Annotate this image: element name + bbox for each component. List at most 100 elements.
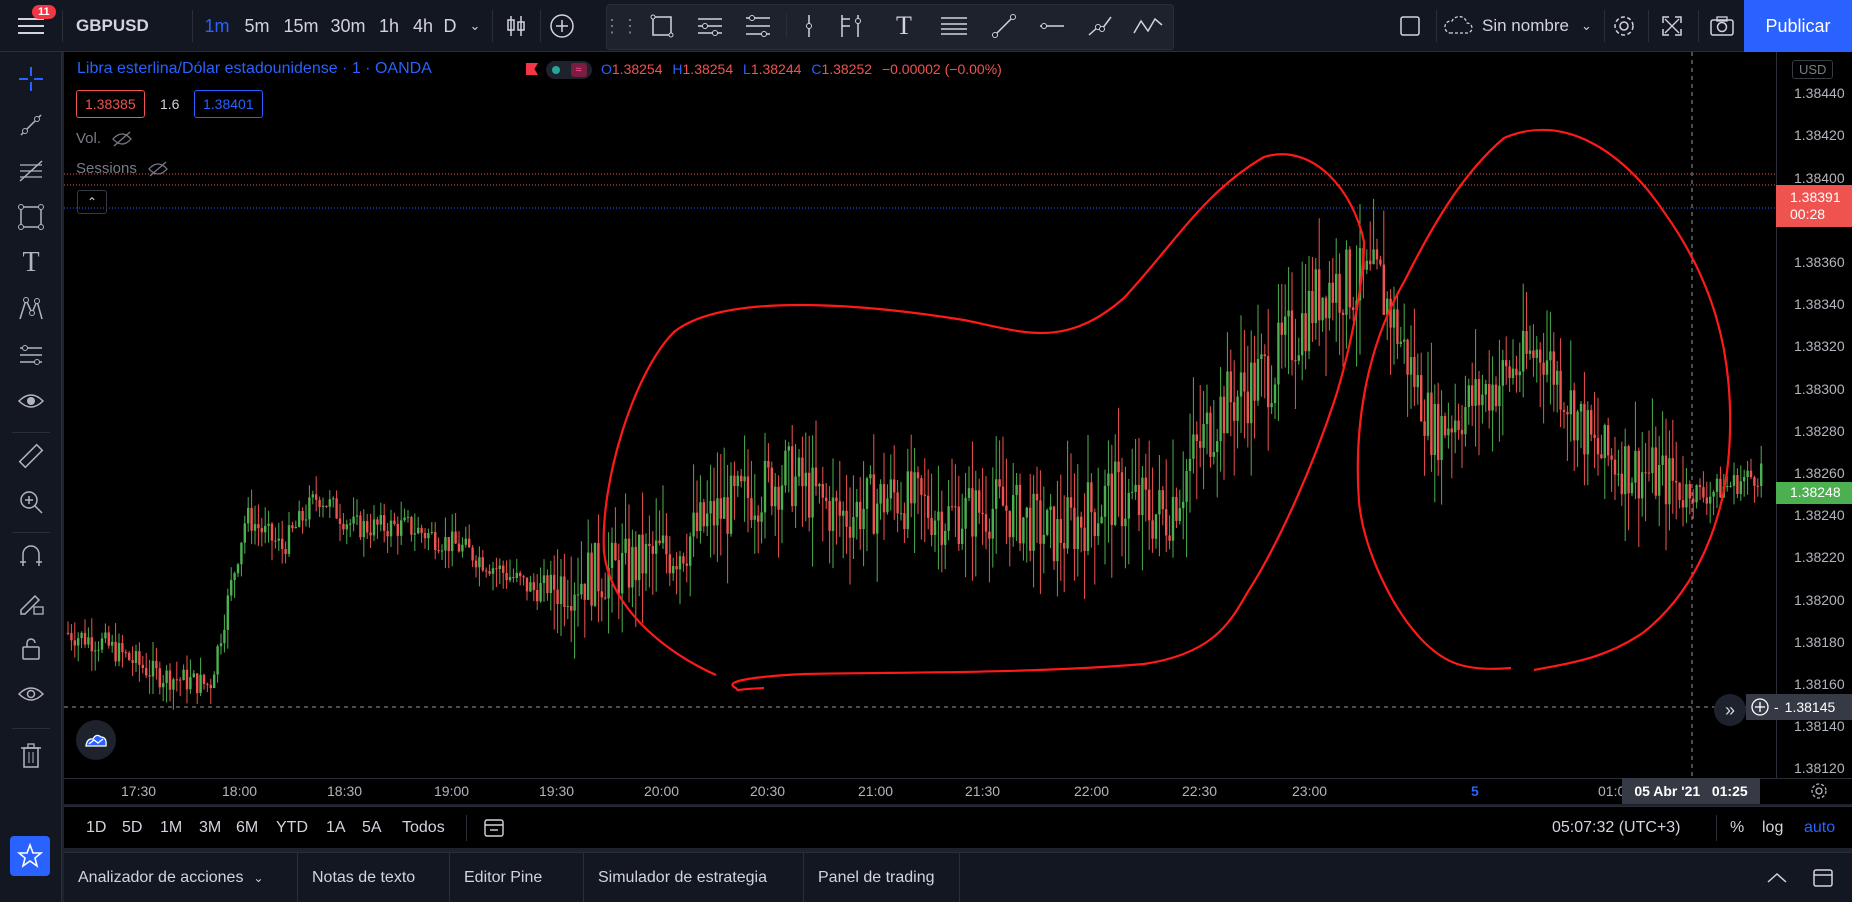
publish-button[interactable]: Publicar [1744, 0, 1852, 52]
price-axis[interactable] [1776, 52, 1852, 778]
eye-hidden-icon[interactable] [147, 161, 169, 177]
chart-settings-button[interactable] [1808, 780, 1830, 802]
candle-body [260, 528, 263, 533]
interval-15m[interactable]: 15m [280, 0, 322, 52]
period-todos[interactable]: Todos [402, 807, 445, 849]
icons-tool[interactable] [13, 383, 49, 419]
interval-5m[interactable]: 5m [240, 0, 274, 52]
candle-body [413, 533, 416, 535]
bottom-tab-2[interactable]: Editor Pine [450, 853, 584, 902]
bottom-tab-4[interactable]: Panel de trading [804, 853, 960, 902]
trend-line-tool[interactable] [13, 107, 49, 143]
candle-body [223, 629, 226, 644]
period-6m[interactable]: 6M [236, 807, 258, 849]
hide-drawings-tool[interactable] [13, 676, 49, 712]
horizontal-ray-tool[interactable] [1034, 0, 1070, 52]
candle-body [355, 515, 359, 517]
prediction-tool[interactable] [13, 337, 49, 373]
bottom-tab-0[interactable]: Analizador de acciones ⌄ [64, 853, 298, 902]
log-scale-toggle[interactable]: log [1762, 807, 1783, 849]
percent-scale-toggle[interactable]: % [1730, 807, 1744, 849]
fib-tool[interactable] [13, 153, 49, 189]
interval-30m[interactable]: 30m [328, 0, 368, 52]
interval-dropdown[interactable]: ⌄ [463, 0, 487, 52]
trend-line-tool[interactable] [986, 0, 1022, 52]
period-3m[interactable]: 3M [199, 807, 221, 849]
chart-type-button[interactable] [496, 0, 536, 52]
measure-tool[interactable] [13, 438, 49, 474]
crosshair-price-tag[interactable]: - 1.38145 [1746, 694, 1852, 720]
remove-drawings-tool[interactable] [13, 738, 49, 774]
sell-button[interactable]: 1.38385 [76, 90, 145, 118]
text-tool[interactable]: T [886, 0, 922, 52]
rectangle-tool[interactable] [644, 0, 680, 52]
symbol-title[interactable]: Libra esterlina/Dólar estadounidense · 1… [77, 60, 432, 78]
chart-pane[interactable]: Libra esterlina/Dólar estadounidense · 1… [64, 52, 1852, 804]
patterns-tool[interactable] [13, 291, 49, 327]
interval-D[interactable]: D [440, 0, 460, 52]
pitchfork-tool[interactable] [692, 0, 728, 52]
stay-drawing-tool[interactable] [13, 584, 49, 620]
candle-body [94, 650, 97, 652]
text-tool[interactable]: T [13, 245, 49, 281]
zigzag-tool[interactable] [1128, 0, 1168, 52]
period-5a[interactable]: 5A [362, 807, 382, 849]
time-tick: 19:30 [539, 783, 575, 799]
symbol-search[interactable]: GBPUSD [76, 0, 186, 52]
fullscreen-button[interactable] [1652, 0, 1692, 52]
volume-indicator[interactable]: Vol. [76, 130, 133, 147]
candle-body [301, 511, 304, 521]
bottom-tab-3[interactable]: Simulador de estrategia [584, 853, 804, 902]
add-alert-icon[interactable] [1750, 697, 1770, 717]
drag-handle[interactable]: ⋮⋮ [603, 0, 639, 52]
layout-button[interactable] [1392, 0, 1428, 52]
fib-channel-icon [746, 15, 770, 37]
interval-1m[interactable]: 1m [202, 0, 232, 52]
candle-body [1151, 520, 1154, 539]
buy-button[interactable]: 1.38401 [194, 90, 263, 118]
price-range-tool[interactable] [832, 0, 868, 52]
indicators-button[interactable] [544, 0, 580, 52]
interval-1h[interactable]: 1h [376, 0, 402, 52]
scroll-to-realtime-button[interactable]: » [1714, 694, 1746, 726]
market-status[interactable]: ≈ [546, 61, 592, 79]
candle-body [1624, 446, 1627, 495]
clock-timezone[interactable]: 05:07:32 (UTC+3) [1552, 807, 1681, 849]
interval-4h[interactable]: 4h [410, 0, 436, 52]
currency-label[interactable]: USD [1792, 60, 1834, 79]
expand-panel-button[interactable] [1764, 865, 1790, 891]
wave-icon: ≈ [570, 63, 587, 77]
lock-drawings-tool[interactable] [13, 630, 49, 666]
horizontal-lines-tool[interactable] [934, 0, 974, 52]
fib-channel-tool[interactable] [740, 0, 776, 52]
period-ytd[interactable]: YTD [276, 807, 308, 849]
sessions-indicator[interactable]: Sessions [76, 160, 169, 177]
shapes-tool[interactable] [13, 199, 49, 235]
collapse-legend-button[interactable]: ⌃ [77, 190, 107, 214]
magnet-tool[interactable] [13, 538, 49, 574]
period-1a[interactable]: 1A [326, 807, 346, 849]
period-5d[interactable]: 5D [122, 807, 142, 849]
go-to-date-button[interactable] [482, 807, 506, 849]
snapshot-button[interactable] [1702, 0, 1742, 52]
price-tick: 1.38440 [1794, 85, 1845, 102]
bottom-tab-1[interactable]: Notas de texto [298, 853, 450, 902]
period-1d[interactable]: 1D [86, 807, 106, 849]
time-tick: 20:00 [644, 783, 680, 799]
period-1m[interactable]: 1M [160, 807, 182, 849]
candle-body [138, 651, 141, 665]
candle-body [1219, 396, 1222, 442]
crosshair-tool[interactable] [13, 61, 49, 97]
settings-button[interactable] [1604, 0, 1644, 52]
vertical-line-tool[interactable] [796, 0, 822, 52]
price-chart[interactable] [64, 52, 1852, 804]
tradingview-logo[interactable] [76, 720, 116, 760]
auto-scale-toggle[interactable]: auto [1804, 807, 1835, 849]
eye-hidden-icon[interactable] [111, 131, 133, 147]
menu-button[interactable]: 11 [0, 0, 62, 52]
layout-name-dropdown[interactable]: Sin nombre ⌄ [1442, 0, 1602, 52]
watchlist-star-button[interactable] [10, 836, 50, 876]
zoom-tool[interactable] [13, 484, 49, 520]
maximize-panel-button[interactable] [1810, 865, 1836, 891]
path-tool[interactable] [1082, 0, 1118, 52]
